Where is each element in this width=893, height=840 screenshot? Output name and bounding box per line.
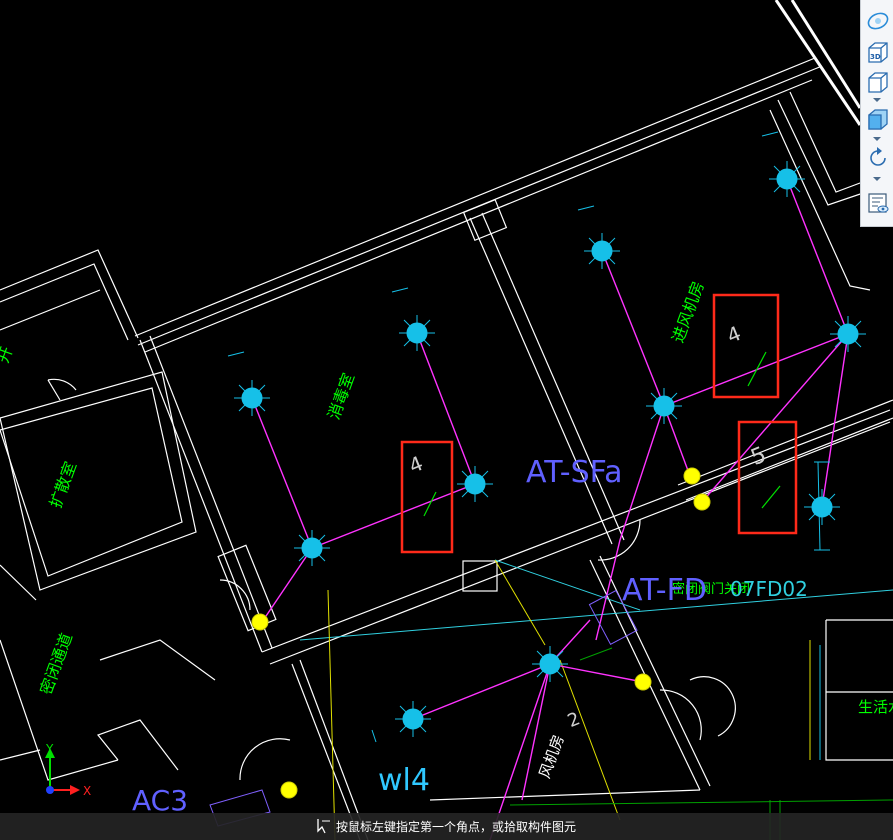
view-shaded-icon[interactable] [865, 107, 891, 133]
valve [280, 781, 298, 799]
view-3d-label: 3D [870, 53, 881, 61]
equipment-tag-fd-code: 07FD02 [730, 577, 808, 601]
command-status-bar: 按鼠标左键指定第一个角点，或拾取构件图元 [0, 813, 893, 840]
sprinkler [234, 380, 270, 416]
sprinkler [457, 466, 493, 502]
sprinkler [532, 646, 568, 682]
sprinkler [830, 316, 866, 352]
view-box-icon[interactable] [865, 70, 891, 96]
command-prompt: 按鼠标左键指定第一个角点，或拾取构件图元 [336, 820, 577, 834]
chevron-down-icon[interactable] [872, 176, 882, 182]
sprinkler [769, 161, 805, 197]
equipment-tag-atsfa: AT-SFa [526, 455, 623, 490]
view-toolbar: 3D [860, 0, 893, 227]
rotate-icon[interactable] [865, 145, 891, 171]
room-label: 生活水 [858, 698, 893, 716]
orbit-icon[interactable] [865, 8, 891, 34]
sprinkler [294, 530, 330, 566]
sprinkler [584, 233, 620, 269]
view-3d-icon[interactable]: 3D [865, 40, 891, 66]
layer-properties-icon[interactable] [865, 190, 891, 216]
chevron-down-icon[interactable] [872, 136, 882, 142]
axis-y-label: Y [45, 742, 54, 756]
chevron-down-icon[interactable] [872, 97, 882, 103]
cad-viewport[interactable]: 4 4 5 2 开 消毒室 进风机房 扩散室 密闭通道 生活水 风机房 密闭阀门… [0, 0, 893, 840]
sprinkler [395, 701, 431, 737]
valve [634, 673, 652, 691]
valve [251, 613, 269, 631]
sprinkler [399, 315, 435, 351]
valve [683, 467, 701, 485]
sprinkler [804, 489, 840, 525]
axis-x-label: X [83, 784, 91, 798]
valve [693, 493, 711, 511]
sprinkler [646, 388, 682, 424]
equipment-tag-atfd: AT-FD [622, 573, 707, 608]
cursor-pick-icon [317, 819, 330, 834]
line-tag-wl4: wl4 [378, 763, 430, 798]
